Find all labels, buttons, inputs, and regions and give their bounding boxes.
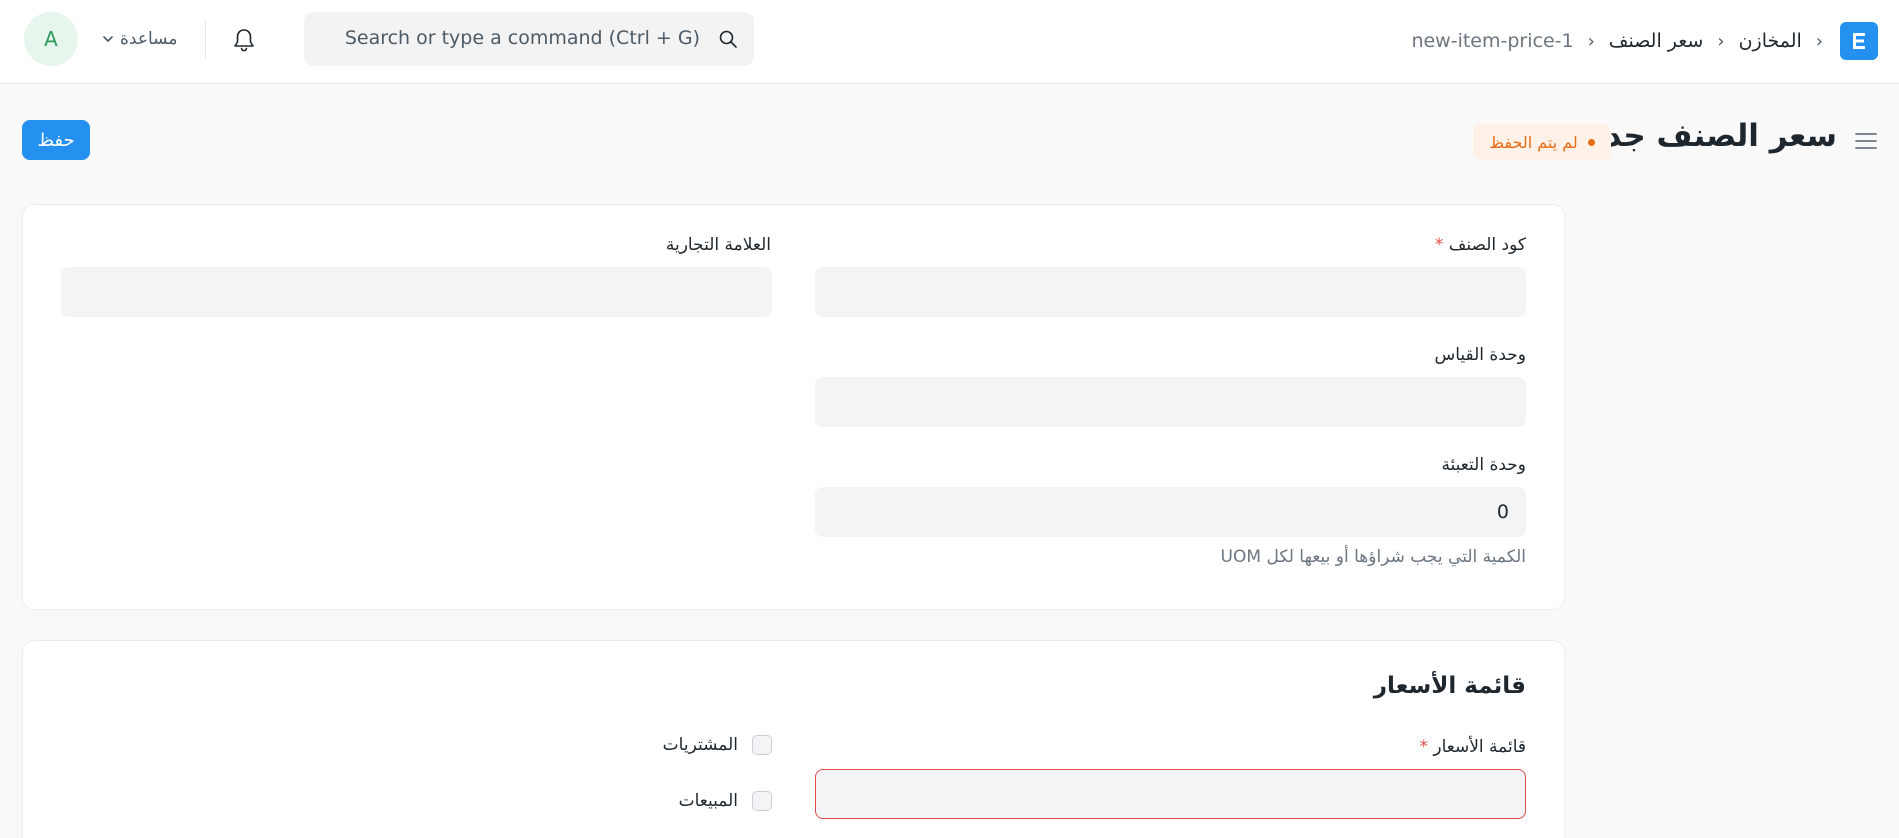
search-bar[interactable]: Search or type a command (Ctrl + G) (304, 12, 754, 66)
breadcrumb-item-price[interactable]: سعر الصنف (1609, 30, 1704, 52)
status-dot-icon (1587, 138, 1595, 146)
page-title: سعر الصنف جديد (1575, 118, 1837, 154)
price-list-label: قائمة الأسعار * (1419, 737, 1526, 757)
status-text: لم يتم الحفظ (1489, 132, 1578, 152)
breadcrumb: › المخازن › سعر الصنف › new-item-price-1 (1411, 22, 1823, 60)
chevron-right-icon: › (1815, 30, 1823, 52)
navbar: › المخازن › سعر الصنف › new-item-price-1… (0, 0, 1899, 84)
section-title: قائمة الأسعار (1373, 673, 1526, 699)
sidebar-toggle-icon[interactable] (1853, 128, 1879, 154)
search-icon (719, 30, 737, 48)
uom-field[interactable] (815, 377, 1526, 427)
help-label: مساعدة (120, 29, 178, 49)
packing-unit-label: وحدة التعبئة (1441, 455, 1526, 475)
breadcrumb-current[interactable]: new-item-price-1 (1411, 30, 1573, 52)
chevron-right-icon: › (1587, 30, 1595, 52)
notification-bell-icon[interactable] (230, 26, 258, 54)
buying-checkbox-row[interactable]: المشتريات (663, 735, 772, 755)
user-avatar[interactable]: A (24, 12, 78, 66)
breadcrumb-stock[interactable]: المخازن (1739, 30, 1802, 52)
search-input[interactable]: Search or type a command (Ctrl + G) (345, 27, 700, 49)
buying-checkbox[interactable] (752, 735, 772, 755)
chevron-right-icon: › (1717, 30, 1725, 52)
price-list-card: قائمة الأسعار قائمة الأسعار * المشتريات … (22, 640, 1565, 838)
brand-label: العلامة التجارية (665, 235, 771, 255)
brand-field[interactable] (61, 267, 772, 317)
selling-label: المبيعات (678, 791, 738, 811)
selling-checkbox[interactable] (752, 791, 772, 811)
required-mark: * (1419, 737, 1428, 757)
required-mark: * (1434, 235, 1444, 255)
help-dropdown[interactable]: مساعدة (102, 26, 177, 52)
buying-label: المشتريات (662, 735, 738, 755)
selling-checkbox-row[interactable]: المبيعات (679, 791, 772, 811)
item-code-label: كود الصنف * (1434, 235, 1526, 255)
status-badge: لم يتم الحفظ (1473, 124, 1611, 160)
item-code-field[interactable] (815, 267, 1526, 317)
navbar-divider (205, 20, 206, 58)
erpnext-logo-icon (1853, 33, 1865, 49)
item-details-card: كود الصنف * العلامة التجارية وحدة القياس… (22, 204, 1565, 610)
packing-unit-hint: الكمية التي يجب شراؤها أو بيعها لكل UOM (1220, 547, 1526, 567)
chevron-down-icon (103, 36, 113, 42)
save-button[interactable]: حفظ (22, 120, 90, 160)
packing-unit-value: 0 (1496, 501, 1509, 523)
app-logo[interactable] (1840, 22, 1878, 60)
packing-unit-field[interactable]: 0 (815, 487, 1526, 537)
uom-label: وحدة القياس (1434, 345, 1526, 365)
price-list-field[interactable] (815, 769, 1526, 819)
